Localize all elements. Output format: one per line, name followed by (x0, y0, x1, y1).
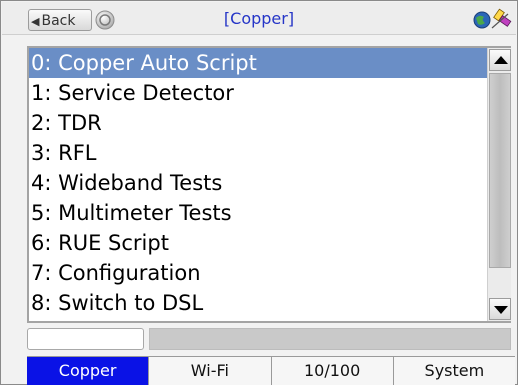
tab-10-100[interactable]: 10/100 (271, 357, 394, 385)
tab-copper[interactable]: Copper (27, 357, 150, 385)
scroll-down-button[interactable] (489, 298, 511, 320)
status-icons (473, 8, 512, 29)
satellite-icon (491, 8, 512, 29)
scroll-up-button[interactable] (489, 49, 511, 71)
list-item[interactable]: 7: Configuration (29, 258, 487, 288)
back-button-label: Back (41, 13, 76, 29)
list-item[interactable]: 8: Switch to DSL (29, 288, 487, 318)
list-item[interactable]: 0: Copper Auto Script (29, 48, 487, 78)
text-input[interactable] (27, 328, 144, 350)
globe-icon (473, 11, 491, 29)
app-window: [Copper] ◀ Back 0: Copper Auto Script 1:… (0, 0, 518, 385)
back-arrow-icon: ◀ (31, 15, 40, 28)
list-item[interactable]: 4: Wideband Tests (29, 168, 487, 198)
list-item[interactable]: 6: RUE Script (29, 228, 487, 258)
tab-system[interactable]: System (393, 357, 515, 385)
back-button[interactable]: ◀ Back (28, 9, 92, 31)
header-bar: [Copper] ◀ Back (2, 2, 516, 35)
list-item[interactable]: 2: TDR (29, 108, 487, 138)
bottom-tab-bar: Copper Wi-Fi 10/100 System (27, 356, 515, 385)
vertical-scrollbar[interactable] (487, 48, 511, 321)
list-item[interactable]: 5: Multimeter Tests (29, 198, 487, 228)
refresh-icon[interactable] (95, 10, 115, 30)
menu-list[interactable]: 0: Copper Auto Script 1: Service Detecto… (27, 46, 511, 323)
scroll-thumb[interactable] (489, 73, 511, 268)
list-item[interactable]: 1: Service Detector (29, 78, 487, 108)
arrow-down-icon (494, 306, 508, 314)
arrow-up-icon (494, 56, 508, 64)
menu-list-items: 0: Copper Auto Script 1: Service Detecto… (29, 48, 487, 321)
status-bar (149, 328, 511, 350)
list-item[interactable]: 3: RFL (29, 138, 487, 168)
tab-wifi[interactable]: Wi-Fi (149, 357, 272, 385)
